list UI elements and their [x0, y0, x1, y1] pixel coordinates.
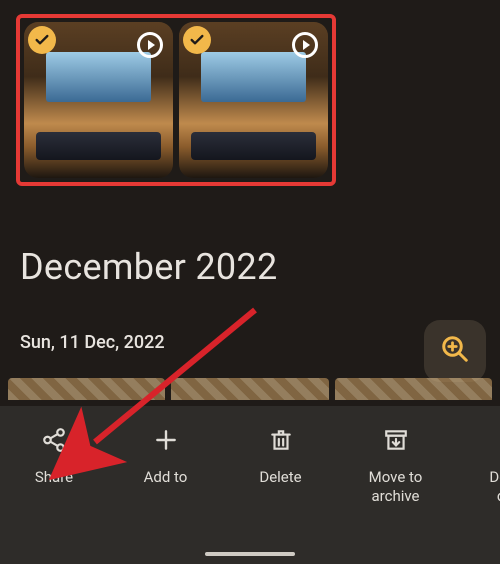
magnify-plus-icon	[440, 334, 470, 368]
selected-check-icon[interactable]	[28, 26, 56, 54]
add-to-label: Add to	[144, 468, 188, 487]
archive-button[interactable]: Move to archive	[338, 426, 453, 506]
selected-check-icon[interactable]	[183, 26, 211, 54]
delete-label: Delete	[259, 468, 301, 487]
zoom-button[interactable]	[424, 320, 486, 382]
action-bar: Share Add to Delete Move to archive	[0, 406, 500, 564]
archive-label: Move to archive	[369, 468, 423, 506]
delete-device-button[interactable]: Delete devi	[453, 426, 500, 506]
date-subheader: Sun, 11 Dec, 2022	[20, 332, 165, 353]
add-to-button[interactable]: Add to	[108, 426, 223, 487]
home-indicator[interactable]	[205, 552, 295, 556]
trash-icon	[267, 426, 295, 454]
photo-thumbnail[interactable]	[179, 22, 328, 178]
share-icon	[40, 426, 68, 454]
archive-icon	[382, 426, 410, 454]
photo-row-partial	[0, 378, 500, 400]
share-label: Share	[35, 468, 73, 487]
month-header: December 2022	[20, 246, 277, 288]
delete-device-label: Delete devi	[489, 468, 500, 506]
motion-photo-icon	[137, 32, 163, 58]
selected-photos-group	[16, 14, 336, 186]
photo-thumbnail[interactable]	[24, 22, 173, 178]
motion-photo-icon	[292, 32, 318, 58]
plus-icon	[152, 426, 180, 454]
delete-device-icon	[497, 426, 500, 454]
delete-button[interactable]: Delete	[223, 426, 338, 487]
share-button[interactable]: Share	[0, 426, 108, 487]
